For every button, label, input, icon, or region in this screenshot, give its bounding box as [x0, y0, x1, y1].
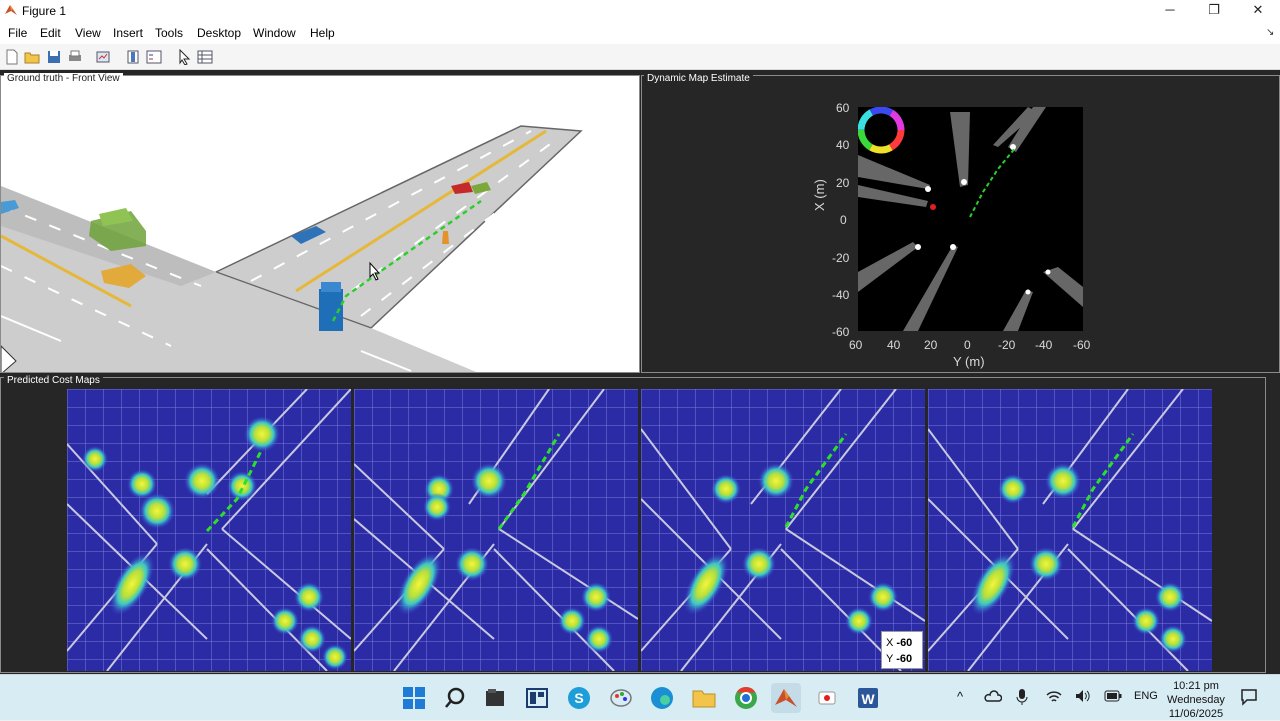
figure-toolbar: [0, 44, 1280, 70]
edge-icon[interactable]: [647, 683, 677, 713]
dynamic-map-plot[interactable]: [858, 107, 1083, 331]
windows-start-icon[interactable]: [399, 683, 429, 713]
close-button[interactable]: ✕: [1236, 0, 1280, 22]
ground-truth-panel: [0, 75, 640, 373]
menu-file[interactable]: File: [8, 26, 27, 40]
pointer-icon[interactable]: [176, 49, 192, 65]
battery-icon[interactable]: [1104, 690, 1122, 702]
datatip-y-label: Y: [886, 653, 894, 665]
folder-icon[interactable]: [689, 683, 719, 713]
notifications-icon[interactable]: [1240, 688, 1258, 706]
word-icon[interactable]: W: [853, 683, 883, 713]
y-tick: 20: [836, 176, 850, 190]
y-tick: -20: [832, 251, 850, 265]
x-tick: 60: [849, 338, 863, 352]
menu-help[interactable]: Help: [310, 26, 335, 40]
recorder-icon[interactable]: [812, 683, 842, 713]
property-inspector-icon[interactable]: [197, 49, 213, 65]
tray-overflow-icon[interactable]: ^: [957, 689, 963, 704]
dock-arrow-icon[interactable]: ↘: [1266, 27, 1274, 38]
clock-date: 11/06/2025: [1168, 708, 1224, 720]
cost-map-2[interactable]: [354, 389, 638, 671]
ego-vehicle: [319, 282, 343, 331]
minimize-button[interactable]: ─: [1148, 0, 1192, 22]
x-tick: 20: [924, 338, 938, 352]
dynamic-map-ylabel: X (m): [812, 179, 827, 211]
x-tick: -60: [1073, 338, 1091, 352]
x-tick: -20: [998, 338, 1016, 352]
datatip-x-label: X: [886, 637, 894, 649]
legend-icon[interactable]: [146, 49, 162, 65]
y-tick: 40: [836, 138, 850, 152]
y-tick: 0: [840, 213, 847, 227]
x-tick: 40: [887, 338, 901, 352]
pedestrian-orange: [442, 231, 449, 244]
search-icon[interactable]: [440, 683, 470, 713]
matlab-app-icon: [5, 5, 17, 15]
colorbar-icon[interactable]: [125, 49, 141, 65]
matlab-icon[interactable]: [771, 683, 801, 713]
datatip[interactable]: X -60 Y -60: [881, 631, 923, 669]
y-tick: -40: [832, 288, 850, 302]
widgets-icon[interactable]: [522, 683, 552, 713]
clock-day: Wednesday: [1167, 694, 1225, 706]
y-tick: 60: [836, 101, 850, 115]
wifi-icon[interactable]: [1046, 689, 1062, 705]
menu-bar: File Edit View Insert Tools Desktop Wind…: [0, 22, 1280, 44]
onedrive-icon[interactable]: [984, 689, 1002, 705]
datatip-y-value: -60: [896, 653, 913, 665]
menu-edit[interactable]: Edit: [40, 26, 61, 40]
dynamic-map-title: Dynamic Map Estimate: [644, 73, 753, 84]
predicted-cost-maps-title: Predicted Cost Maps: [4, 375, 103, 386]
title-bar: Figure 1 ─ ❐ ✕: [0, 0, 1280, 22]
x-tick: 0: [964, 338, 971, 352]
cost-map-1[interactable]: [67, 389, 351, 671]
link-plot-icon[interactable]: [95, 49, 111, 65]
print-icon[interactable]: [67, 49, 83, 65]
clock[interactable]: 10:21 pm Wednesday 11/06/2025: [1162, 679, 1230, 721]
file-explorer-dark-icon[interactable]: [480, 683, 510, 713]
dynamic-map-xlabel: Y (m): [953, 354, 985, 369]
datatip-x-value: -60: [896, 637, 913, 649]
restore-button[interactable]: ❐: [1192, 0, 1236, 22]
language-indicator[interactable]: ENG: [1134, 690, 1158, 702]
volume-icon[interactable]: [1074, 688, 1092, 704]
svg-text:W: W: [861, 691, 875, 707]
ground-truth-scene[interactable]: [1, 76, 640, 373]
svg-text:S: S: [574, 690, 583, 706]
ground-truth-title: Ground truth - Front View: [4, 73, 123, 84]
menu-tools[interactable]: Tools: [155, 26, 183, 40]
microphone-icon[interactable]: [1016, 688, 1028, 706]
window-title: Figure 1: [22, 4, 67, 18]
cost-map-3[interactable]: [641, 389, 925, 671]
save-icon[interactable]: [46, 49, 62, 65]
menu-desktop[interactable]: Desktop: [197, 26, 241, 40]
clock-time: 10:21 pm: [1173, 680, 1219, 692]
paint-icon[interactable]: [606, 683, 636, 713]
menu-insert[interactable]: Insert: [113, 26, 143, 40]
menu-view[interactable]: View: [75, 26, 101, 40]
y-tick: -60: [832, 325, 850, 339]
new-figure-icon[interactable]: [4, 49, 20, 65]
taskbar: S W ^ ENG 10:21 pm Wednesday 11/06/2025: [0, 674, 1280, 720]
skype-icon[interactable]: S: [564, 683, 594, 713]
menu-window[interactable]: Window: [253, 26, 296, 40]
chrome-icon[interactable]: [731, 683, 761, 713]
cost-map-4[interactable]: [928, 389, 1212, 671]
x-tick: -40: [1035, 338, 1053, 352]
open-file-icon[interactable]: [24, 49, 40, 65]
